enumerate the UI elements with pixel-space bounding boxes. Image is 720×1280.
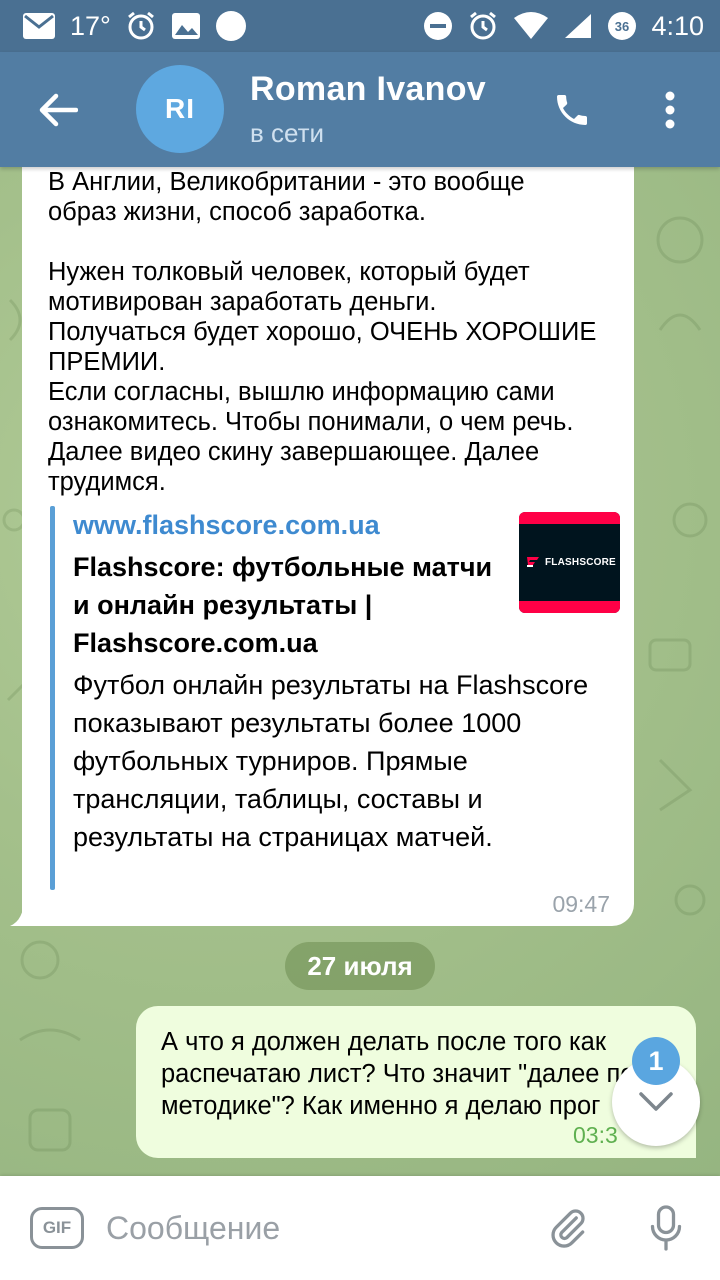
outgoing-message-bubble[interactable]: А что я должен делать после того как рас… (136, 1006, 696, 1158)
incoming-bubble-tail (10, 898, 34, 926)
contact-status: в сети (250, 118, 325, 148)
message-input[interactable] (106, 1206, 526, 1250)
call-button[interactable] (544, 80, 600, 140)
thumbnail-bottom-stripe (519, 601, 620, 613)
phone-icon (557, 95, 587, 125)
status-time: 4:10 (651, 10, 704, 41)
incoming-message-text: В Англии, Великобритании - это вообще об… (48, 168, 597, 496)
circle-icon (215, 10, 247, 42)
outgoing-message-line: А что я должен делать после того как (161, 1028, 607, 1056)
temperature: 17° (70, 10, 111, 41)
unread-count-badge[interactable]: 1 (632, 1037, 680, 1085)
outgoing-message-time: 03:3 (573, 1122, 618, 1148)
flashscore-logo: FLASHSCORE (525, 555, 616, 569)
more-menu-button[interactable] (648, 80, 692, 140)
chat-header: RI Roman Ivanov в сети (0, 52, 720, 167)
thumbnail-top-stripe (519, 512, 620, 524)
image-icon (171, 12, 201, 40)
wifi-icon (513, 12, 549, 40)
dnd-icon (423, 11, 453, 41)
back-arrow-icon (39, 93, 78, 127)
network-badge-icon: 36 (607, 11, 637, 41)
alarm-icon (125, 10, 157, 42)
microphone-icon (650, 1205, 682, 1251)
paperclip-icon (551, 1209, 585, 1248)
link-preview-description: Футбол онлайн результаты на Flashscore п… (73, 670, 589, 852)
contact-name[interactable]: Roman Ivanov (250, 70, 486, 109)
attach-button[interactable] (542, 1202, 594, 1254)
mail-icon (22, 12, 56, 40)
incoming-message-time: 09:47 (552, 891, 610, 917)
link-preview-thumbnail[interactable]: FLASHSCORE (519, 512, 620, 613)
flashscore-logo-text: FLASHSCORE (545, 556, 616, 568)
signal-icon (563, 12, 593, 40)
message-input-bar: GIF (0, 1176, 720, 1280)
link-preview-site[interactable]: www.flashscore.com.ua (73, 510, 380, 541)
gif-button[interactable]: GIF (30, 1207, 84, 1249)
avatar[interactable]: RI (136, 65, 224, 153)
microphone-button[interactable] (640, 1200, 692, 1256)
chevron-down-icon (639, 1092, 673, 1111)
flashscore-mark-icon (527, 557, 539, 567)
more-vertical-icon (665, 91, 675, 129)
alarm-icon (467, 10, 499, 42)
incoming-message-bubble[interactable]: В Англии, Великобритании - это вообще об… (22, 140, 634, 926)
date-separator: 27 июля (285, 942, 435, 990)
network-badge-text: 36 (615, 19, 629, 34)
back-button[interactable] (30, 82, 86, 138)
link-preview-title: Flashscore: футбольные матчи и онлайн ре… (73, 552, 493, 658)
status-bar: 17° 36 4:10 (0, 0, 720, 52)
link-preview-accent-bar (50, 506, 55, 890)
